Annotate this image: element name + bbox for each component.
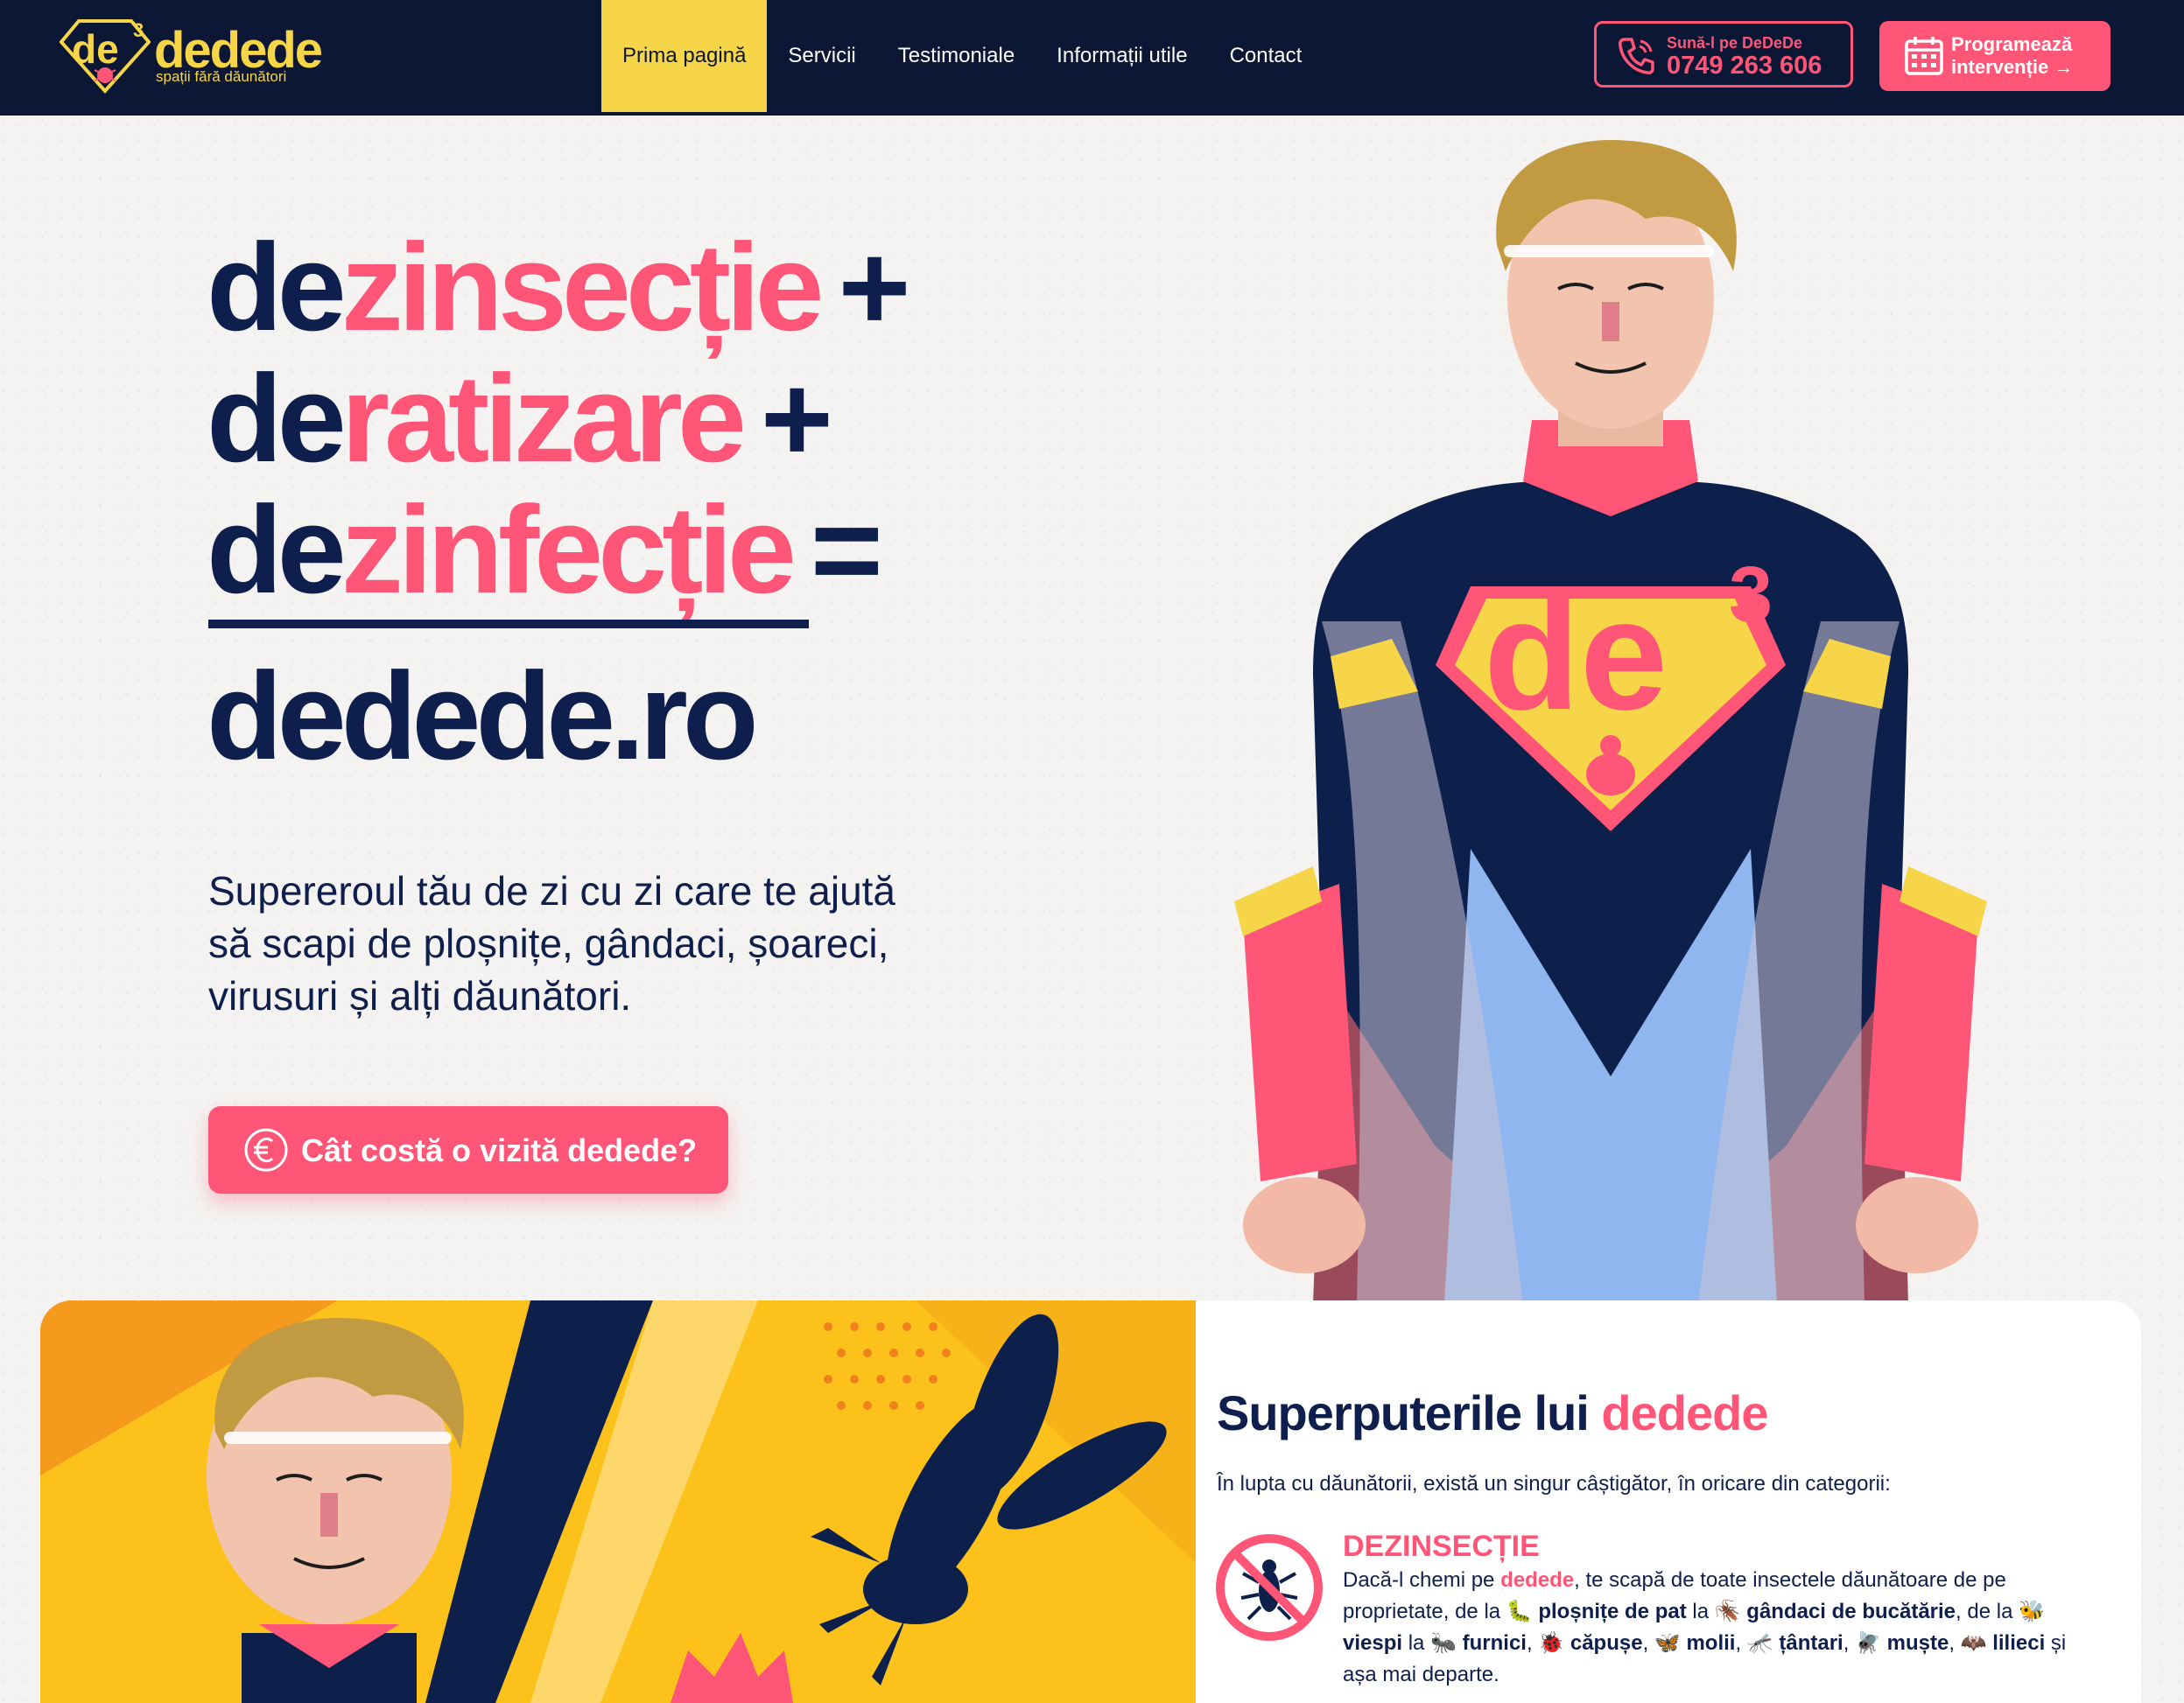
nav-item-contact[interactable]: Contact [1209, 0, 1324, 112]
dezinsectie-title: DEZINSECȚIE [1343, 1530, 1540, 1563]
logo-tagline: spații fără dăunători [156, 68, 287, 85]
hero-divider [208, 620, 809, 628]
price-cta-label: Cât costă o vizită dedede? [301, 1132, 698, 1168]
text-part: la 🐜 [1402, 1631, 1463, 1655]
text-part: , 🐞 [1526, 1631, 1570, 1655]
pest-plosnite: ploșnițe de pat [1538, 1600, 1687, 1623]
hero-operator: = [810, 480, 883, 620]
no-insect-icon [1216, 1534, 1323, 1641]
book-label-line1: Programează [1951, 33, 2073, 55]
superpowers-title-text: Superputerile lui [1217, 1385, 1602, 1440]
hero-subtitle: Supereroul tău de zi cu zi care te ajută… [208, 868, 896, 1019]
pest-viespi: viespi [1343, 1631, 1403, 1655]
book-intervention-button[interactable]: Programează intervenție → [1879, 21, 2110, 91]
text-part: , 🦋 [1642, 1631, 1687, 1655]
hero-line-dezinfectie: dezinfecție = [207, 488, 883, 613]
hero-line-deratizare: deratizare + [207, 357, 833, 481]
hero-line-dezinsectie: dezinsecție + [207, 226, 910, 350]
brand-mention: dedede [1500, 1568, 1575, 1592]
pest-gandaci: gândaci de bucătărie [1746, 1600, 1956, 1623]
pest-capuse: căpușe [1570, 1631, 1643, 1655]
pest-muste: muște [1886, 1631, 1949, 1655]
site-logo[interactable]: de 3 dedede spații fără dăunători [60, 18, 340, 98]
superpowers-intro: În lupta cu dăunătorii, există un singur… [1217, 1472, 1891, 1496]
hero-prefix: de [207, 349, 347, 488]
top-navigation-bar: de 3 dedede spații fără dăunători Prima … [0, 0, 2184, 116]
superpowers-title: Superputerile lui dedede [1217, 1384, 1768, 1441]
nav-item-informatii-utile[interactable]: Informații utile [1036, 0, 1208, 112]
svg-text:de: de [1484, 567, 1668, 743]
comic-illustration [40, 1300, 1196, 1703]
call-button[interactable]: Sună-l pe DeDeDe 0749 263 606 [1594, 21, 1853, 88]
dezinsectie-description: Dacă-l chemi pe dedede, te scapă de toat… [1343, 1565, 2069, 1691]
phone-icon [1619, 38, 1654, 74]
comic-panel [40, 1300, 1196, 1703]
pest-lilieci: lilieci [1992, 1631, 2046, 1655]
text-part: , de la 🐝 [1956, 1600, 2045, 1623]
hero-prefix: de [207, 480, 347, 620]
svg-text:3: 3 [133, 19, 144, 41]
pest-molii: molii [1686, 1631, 1736, 1655]
text-part: Dacă-l chemi pe [1343, 1568, 1501, 1592]
hero-prefix: de [207, 218, 347, 357]
hero-word: zinfecție [341, 480, 797, 620]
pest-furnici: furnici [1462, 1631, 1527, 1655]
hero-domain: dedede.ro [207, 647, 759, 786]
svg-text:3: 3 [1729, 551, 1773, 639]
main-nav: Prima pagină Servicii Testimoniale Infor… [601, 0, 1323, 112]
call-label: Sună-l pe DeDeDe [1667, 34, 1803, 52]
logo-badge-icon: de 3 [60, 19, 151, 95]
hero-operator: + [838, 218, 911, 357]
hero-word: ratizare [341, 349, 747, 488]
svg-text:de: de [72, 26, 119, 72]
calendar-icon [1905, 37, 1943, 75]
book-label-line2: intervenție → [1951, 56, 2074, 78]
hero-word: zinsecție [341, 218, 825, 357]
phone-number: 0749 263 606 [1667, 52, 1822, 80]
pest-tantari: țântari [1779, 1631, 1843, 1655]
nav-item-servicii[interactable]: Servicii [767, 0, 876, 112]
text-part: , 🦇 [1949, 1631, 1993, 1655]
text-part: la 🪳 [1686, 1600, 1747, 1623]
superpowers-title-accent: dedede [1601, 1385, 1768, 1440]
superpowers-card: Superputerile lui dedede În lupta cu dău… [1196, 1300, 2141, 1703]
hero-operator: + [760, 349, 833, 488]
text-part: , 🦟 [1735, 1631, 1780, 1655]
price-cta-button[interactable]: Cât costă o vizită dedede? [208, 1106, 728, 1194]
nav-item-prima-pagina[interactable]: Prima pagină [601, 0, 768, 112]
superhero-illustration: de 3 [1234, 140, 1987, 1304]
text-part: , 🪰 [1843, 1631, 1887, 1655]
euro-icon [244, 1128, 288, 1172]
nav-item-testimoniale[interactable]: Testimoniale [877, 0, 1036, 112]
